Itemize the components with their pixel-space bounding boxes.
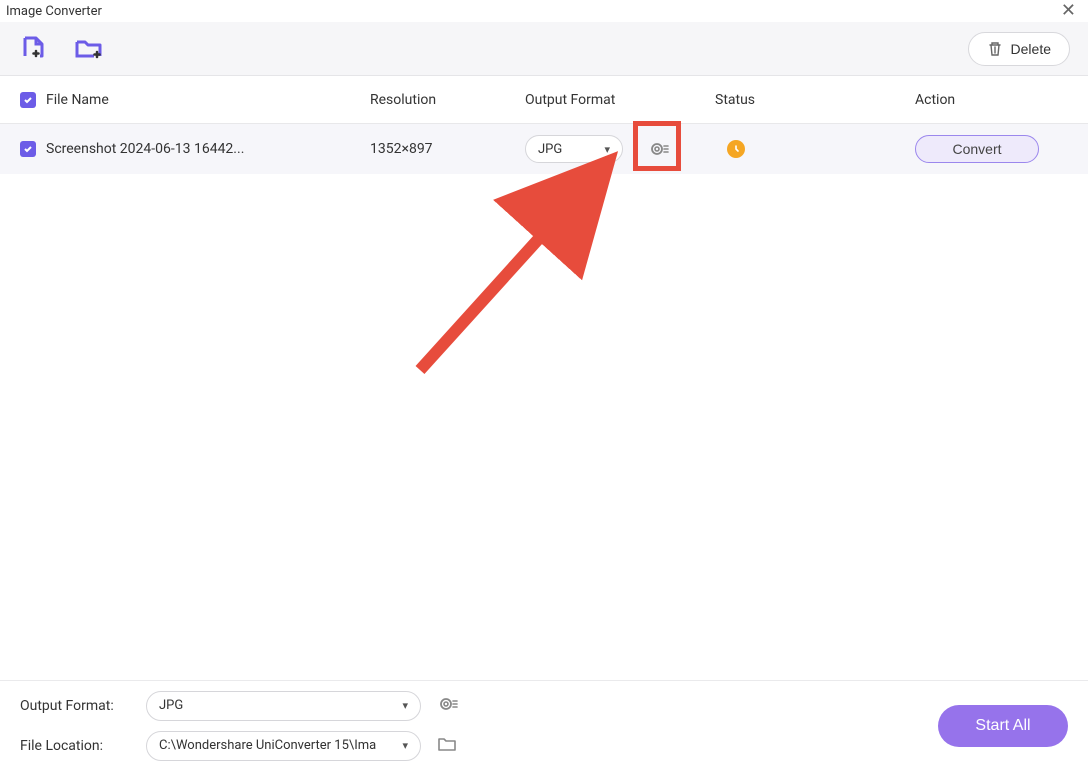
close-icon[interactable]: ✕ (1061, 2, 1076, 20)
file-location-label: File Location: (20, 738, 130, 754)
table-row: Screenshot 2024-06-13 16442... 1352×897 … (0, 124, 1088, 174)
row-format-value: JPG (538, 142, 562, 157)
chevron-down-icon: ▾ (604, 143, 610, 156)
global-settings-button[interactable] (437, 693, 459, 719)
col-action: Action (915, 92, 1068, 108)
convert-button[interactable]: Convert (915, 135, 1039, 163)
file-location-value: C:\Wondershare UniConverter 15\Ima (159, 738, 376, 753)
filename-text: Screenshot 2024-06-13 16442... (46, 141, 244, 157)
chevron-down-icon: ▾ (402, 699, 408, 712)
output-format-label: Output Format: (20, 698, 130, 714)
annotation-arrow (410, 140, 640, 380)
trash-icon (987, 41, 1003, 57)
window-title: Image Converter (6, 4, 102, 19)
col-status: Status (715, 92, 915, 108)
delete-label: Delete (1011, 41, 1051, 57)
toolbar: Delete (0, 22, 1088, 76)
delete-button[interactable]: Delete (968, 32, 1070, 66)
toolbar-left (18, 36, 104, 62)
global-format-value: JPG (159, 698, 183, 713)
start-all-button[interactable]: Start All (938, 705, 1068, 747)
resolution-text: 1352×897 (370, 141, 525, 157)
col-filename: File Name (46, 92, 109, 108)
select-all-checkbox[interactable] (20, 92, 36, 108)
chevron-down-icon: ▾ (402, 739, 408, 752)
bottom-bar: Output Format: JPG ▾ File Location: C:\W… (0, 680, 1088, 770)
table-header: File Name Resolution Output Format Statu… (0, 76, 1088, 124)
global-format-select[interactable]: JPG ▾ (146, 691, 421, 721)
title-bar: Image Converter ✕ (0, 0, 1088, 22)
row-format-select[interactable]: JPG ▾ (525, 135, 623, 163)
open-folder-button[interactable] (437, 735, 457, 757)
col-output-format: Output Format (525, 92, 715, 108)
add-file-icon[interactable] (18, 36, 46, 62)
file-location-select[interactable]: C:\Wondershare UniConverter 15\Ima ▾ (146, 731, 421, 761)
col-resolution: Resolution (370, 92, 525, 108)
clock-icon (727, 140, 745, 158)
add-folder-icon[interactable] (74, 36, 104, 62)
row-settings-button[interactable] (648, 138, 670, 160)
row-checkbox[interactable] (20, 141, 36, 157)
